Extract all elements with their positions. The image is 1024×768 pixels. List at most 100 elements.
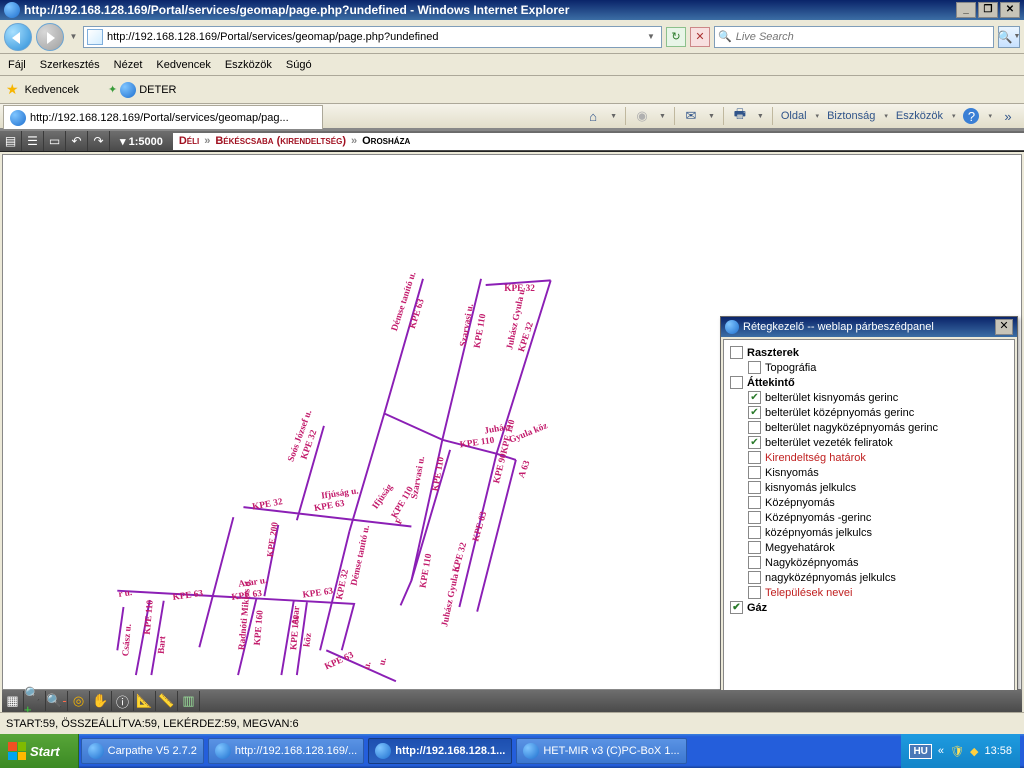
scale-display[interactable]: ▾ 1:5000 — [110, 135, 173, 148]
breadcrumb: Déli » Békéscsaba (kirendeltség) » Orosh… — [173, 133, 1024, 150]
print-icon[interactable]: 🖶 — [732, 108, 748, 124]
layer-item[interactable]: nagyközépnyomás jelkulcs — [748, 571, 1012, 584]
layer-list[interactable]: RaszterekTopográfiaÁttekintő✔belterület … — [723, 339, 1015, 691]
layers2-icon[interactable]: ☰ — [22, 131, 44, 151]
url-dropdown[interactable]: ▼ — [644, 32, 658, 41]
menu-view[interactable]: Nézet — [114, 59, 143, 71]
minimize-button[interactable]: _ — [956, 2, 976, 18]
taskbar-item[interactable]: http://192.168.128.1... — [368, 738, 512, 764]
refresh-button[interactable]: ↻ — [666, 27, 686, 47]
layer-group[interactable]: Áttekintő — [730, 376, 1012, 389]
checkbox[interactable] — [748, 361, 761, 374]
fav-deter[interactable]: ✦ DETER — [103, 79, 182, 101]
checkbox[interactable]: ✔ — [748, 406, 761, 419]
layer-item[interactable]: Nagyközépnyomás — [748, 556, 1012, 569]
panel-close-button[interactable]: ✕ — [995, 319, 1013, 335]
redo-icon[interactable]: ↷ — [88, 131, 110, 151]
layer-item[interactable]: ✔belterület kisnyomás gerinc — [748, 391, 1012, 404]
checkbox[interactable] — [748, 571, 761, 584]
ie-icon — [4, 2, 20, 18]
layer-panel-title-bar[interactable]: Rétegkezelő -- weblap párbeszédpanel ✕ — [721, 317, 1017, 337]
checkbox[interactable] — [748, 511, 761, 524]
checkbox[interactable] — [748, 481, 761, 494]
menu-edit[interactable]: Szerkesztés — [40, 59, 100, 71]
svg-text:u.: u. — [362, 661, 374, 671]
tray-expand-icon[interactable]: « — [938, 745, 944, 757]
taskbar-item[interactable]: Carpathe V5 2.7.2 — [81, 738, 204, 764]
taskbar-item[interactable]: http://192.168.128.169/... — [208, 738, 364, 764]
layer-item[interactable]: Megyehatárok — [748, 541, 1012, 554]
layer-item[interactable]: Kisnyomás — [748, 466, 1012, 479]
search-box[interactable]: 🔍 — [714, 26, 994, 48]
svg-text:KPE 110: KPE 110 — [431, 456, 447, 492]
tray-app-icon[interactable]: ◆ — [970, 745, 978, 758]
search-input[interactable] — [736, 31, 990, 43]
layer-group[interactable]: Raszterek — [730, 346, 1012, 359]
grid-icon[interactable]: ▦ — [2, 691, 24, 711]
layer-group[interactable]: ✔Gáz — [730, 601, 1012, 614]
checkbox[interactable]: ✔ — [748, 391, 761, 404]
browser-tab[interactable]: http://192.168.128.169/Portal/services/g… — [3, 105, 323, 129]
menu-file[interactable]: Fájl — [8, 59, 26, 71]
checkbox[interactable] — [748, 421, 761, 434]
stop-button[interactable]: ✕ — [690, 27, 710, 47]
layer-item[interactable]: középnyomás jelkulcs — [748, 526, 1012, 539]
checkbox[interactable] — [748, 496, 761, 509]
checkbox[interactable] — [748, 526, 761, 539]
layers-icon[interactable]: ▤ — [0, 131, 22, 151]
measure-icon[interactable]: 📐 — [134, 691, 156, 711]
back-button[interactable] — [4, 23, 32, 51]
feeds-icon[interactable]: ◉ — [634, 108, 650, 124]
layer-item[interactable]: Települések nevei — [748, 586, 1012, 599]
fit-icon[interactable]: ▭ — [44, 131, 66, 151]
menu-help[interactable]: Súgó — [286, 59, 312, 71]
checkbox[interactable] — [748, 541, 761, 554]
checkbox[interactable]: ✔ — [730, 601, 743, 614]
url-input[interactable] — [107, 31, 640, 43]
nav-history-dropdown[interactable]: ▼ — [68, 23, 79, 51]
tray-shield-icon[interactable]: 🛡 — [950, 745, 964, 758]
checkbox[interactable] — [748, 586, 761, 599]
layer-item[interactable]: Kirendeltség határok — [748, 451, 1012, 464]
checkbox[interactable] — [730, 376, 743, 389]
pan-icon[interactable]: ✋ — [90, 691, 112, 711]
checkbox[interactable] — [748, 451, 761, 464]
search-button[interactable]: 🔍▼ — [998, 26, 1020, 48]
language-indicator[interactable]: HU — [909, 744, 931, 759]
identify-icon[interactable]: ⓘ — [112, 691, 134, 711]
menu-tools[interactable]: Eszközök — [225, 59, 272, 71]
home-icon[interactable]: ⌂ — [585, 108, 601, 124]
menu-favorites[interactable]: Kedvencek — [156, 59, 210, 71]
checkbox[interactable] — [748, 466, 761, 479]
undo-icon[interactable]: ↶ — [66, 131, 88, 151]
cmd-page[interactable]: Oldal — [781, 110, 807, 122]
cmd-tools[interactable]: Eszközök — [896, 110, 943, 122]
cmd-security[interactable]: Biztonság — [827, 110, 875, 122]
ruler-icon[interactable]: 📏 — [156, 691, 178, 711]
layer-item[interactable]: ✔belterület vezeték feliratok — [748, 436, 1012, 449]
zoom-in-icon[interactable]: 🔍+ — [24, 691, 46, 711]
mail-icon[interactable]: ✉ — [683, 108, 699, 124]
layer-item[interactable]: kisnyomás jelkulcs — [748, 481, 1012, 494]
svg-text:Démse tanító u.: Démse tanító u. — [350, 524, 373, 586]
restore-button[interactable]: ❐ — [978, 2, 998, 18]
taskbar-item[interactable]: HET-MIR v3 (C)PC-BoX 1... — [516, 738, 686, 764]
favorites-label[interactable]: Kedvencek — [25, 84, 79, 96]
layer-item[interactable]: Topográfia — [748, 361, 1012, 374]
layer-item[interactable]: belterület nagyközépnyomás gerinc — [748, 421, 1012, 434]
layer-item[interactable]: Középnyomás -gerinc — [748, 511, 1012, 524]
checkbox[interactable] — [730, 346, 743, 359]
layer-item[interactable]: Középnyomás — [748, 496, 1012, 509]
help-icon[interactable]: ? — [963, 108, 979, 124]
start-button[interactable]: Start — [0, 734, 79, 768]
expand-icon[interactable]: » — [1000, 108, 1016, 124]
forward-button[interactable] — [36, 23, 64, 51]
zoom-extent-icon[interactable]: ◎ — [68, 691, 90, 711]
close-button[interactable]: ✕ — [1000, 2, 1020, 18]
checkbox[interactable]: ✔ — [748, 436, 761, 449]
checkbox[interactable] — [748, 556, 761, 569]
address-bar[interactable]: ▼ — [83, 26, 662, 48]
chart-icon[interactable]: ▥ — [178, 691, 200, 711]
layer-item[interactable]: ✔belterület középnyomás gerinc — [748, 406, 1012, 419]
zoom-out-icon[interactable]: 🔍- — [46, 691, 68, 711]
